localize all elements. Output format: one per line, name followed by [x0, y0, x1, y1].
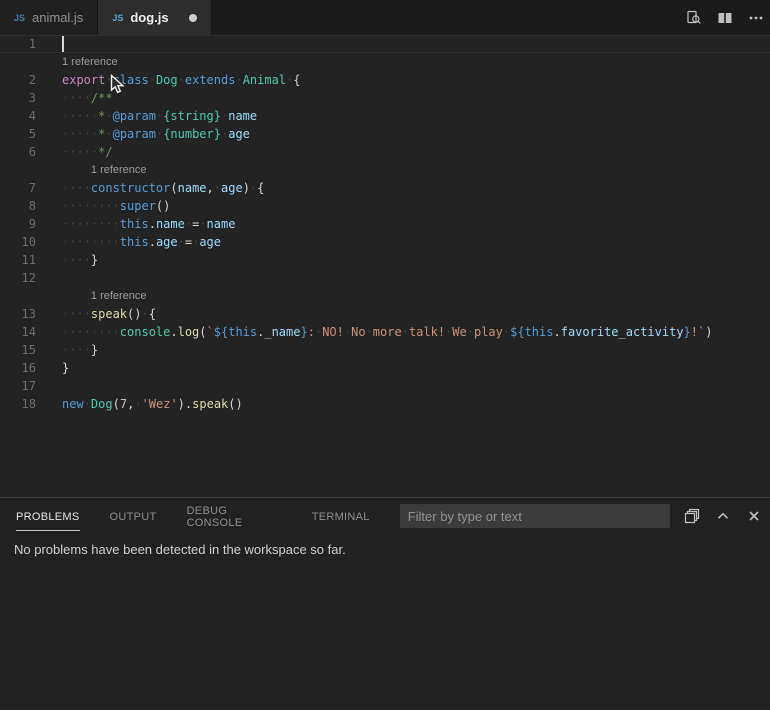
code-line-12[interactable]: 12	[0, 269, 770, 287]
code-line-6[interactable]: 6·····*/	[0, 143, 770, 161]
code-line-13[interactable]: 13····speak()·{	[0, 305, 770, 323]
code-line-9[interactable]: 9········this.name·=·name	[0, 215, 770, 233]
panel-actions	[684, 508, 762, 524]
code-line-3[interactable]: 3····/**	[0, 89, 770, 107]
split-editor-icon[interactable]	[717, 10, 733, 26]
code-line-10[interactable]: 10········this.age·=·age	[0, 233, 770, 251]
line-number[interactable]: 12	[0, 269, 36, 287]
line-number[interactable]: 1	[0, 35, 36, 53]
codelens-reference-link[interactable]: 1 reference	[91, 287, 147, 305]
code-line-14[interactable]: 14········console.log(`${this._name}:·NO…	[0, 323, 770, 341]
codelens-row: 1 reference	[0, 287, 770, 305]
vscode-window: JS animal.js JS dog.js	[0, 0, 770, 710]
panel-tab-output[interactable]: OUTPUT	[110, 502, 157, 531]
line-number[interactable]: 13	[0, 305, 36, 323]
code-line-8[interactable]: 8········super()	[0, 197, 770, 215]
unsaved-changes-dot[interactable]	[189, 14, 197, 22]
code-line-2[interactable]: 2export·class·Dog·extends·Animal·{	[0, 71, 770, 89]
line-number[interactable]: 18	[0, 395, 36, 413]
code-lines: 11 reference2export·class·Dog·extends·An…	[0, 35, 770, 413]
line-number[interactable]: 3	[0, 89, 36, 107]
tab-animal-js[interactable]: JS animal.js	[0, 0, 98, 35]
codelens-reference-link[interactable]: 1 reference	[62, 53, 118, 71]
code-line-7[interactable]: 7····constructor(name,·age)·{	[0, 179, 770, 197]
editor-tab-bar: JS animal.js JS dog.js	[0, 0, 770, 35]
line-number[interactable]: 4	[0, 107, 36, 125]
code-line-16[interactable]: 16}	[0, 359, 770, 377]
line-number[interactable]: 14	[0, 323, 36, 341]
tab-dog-js[interactable]: JS dog.js	[98, 0, 211, 35]
panel-tab-terminal[interactable]: TERMINAL	[312, 502, 370, 531]
code-line-11[interactable]: 11····}	[0, 251, 770, 269]
tab-label: animal.js	[32, 10, 83, 25]
line-number[interactable]: 8	[0, 197, 36, 215]
line-number[interactable]: 6	[0, 143, 36, 161]
no-problems-message: No problems have been detected in the wo…	[14, 542, 770, 557]
panel-tab-problems[interactable]: PROBLEMS	[16, 502, 80, 531]
collapse-all-icon[interactable]	[684, 508, 700, 524]
bottom-panel: PROBLEMS OUTPUT DEBUG CONSOLE TERMINAL	[0, 497, 770, 709]
line-number[interactable]: 2	[0, 71, 36, 89]
code-editor[interactable]: 11 reference2export·class·Dog·extends·An…	[0, 35, 770, 497]
code-line-1[interactable]: 1	[0, 35, 770, 53]
more-actions-icon[interactable]	[748, 10, 764, 26]
code-line-18[interactable]: 18new·Dog(7,·'Wez').speak()	[0, 395, 770, 413]
codelens-row: 1 reference	[0, 53, 770, 71]
close-panel-icon[interactable]	[746, 508, 762, 524]
open-preview-icon[interactable]	[686, 10, 702, 26]
code-line-17[interactable]: 17	[0, 377, 770, 395]
line-number[interactable]: 16	[0, 359, 36, 377]
line-number[interactable]: 17	[0, 377, 36, 395]
codelens-reference-link[interactable]: 1 reference	[91, 161, 147, 179]
javascript-file-icon: JS	[14, 13, 25, 23]
line-number[interactable]: 5	[0, 125, 36, 143]
line-number[interactable]: 11	[0, 251, 36, 269]
maximize-panel-icon[interactable]	[715, 508, 731, 524]
code-line-4[interactable]: 4·····*·@param·{string}·name	[0, 107, 770, 125]
line-number[interactable]: 7	[0, 179, 36, 197]
panel-tab-debug-console[interactable]: DEBUG CONSOLE	[187, 496, 282, 537]
line-number[interactable]: 15	[0, 341, 36, 359]
codelens-row: 1 reference	[0, 161, 770, 179]
code-line-15[interactable]: 15····}	[0, 341, 770, 359]
code-line-5[interactable]: 5·····*·@param·{number}·age	[0, 125, 770, 143]
line-number[interactable]: 10	[0, 233, 36, 251]
line-number[interactable]: 9	[0, 215, 36, 233]
text-cursor	[62, 36, 64, 52]
javascript-file-icon: JS	[112, 13, 123, 23]
editor-actions	[686, 0, 770, 35]
problems-filter-input[interactable]	[400, 504, 670, 528]
panel-header: PROBLEMS OUTPUT DEBUG CONSOLE TERMINAL	[0, 498, 770, 534]
tab-label: dog.js	[130, 10, 168, 25]
